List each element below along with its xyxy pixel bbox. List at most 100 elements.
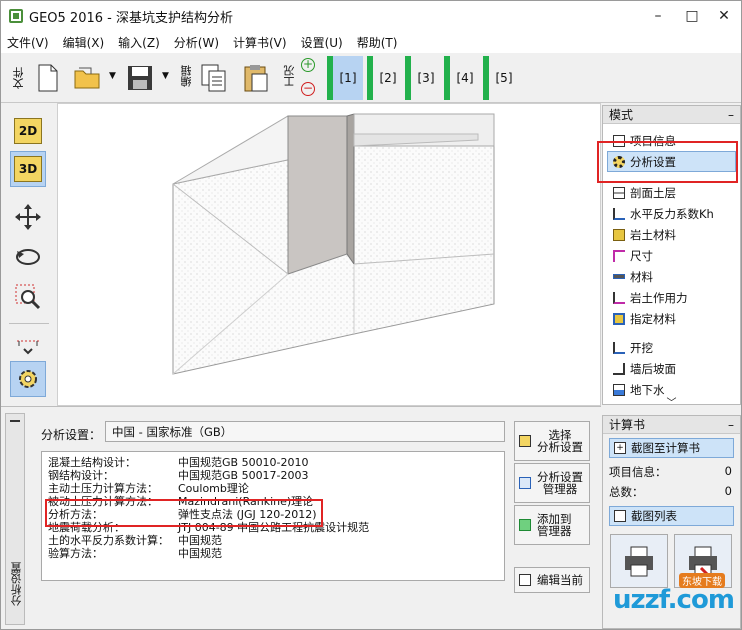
mode-panel-header: 模式 –: [603, 106, 740, 124]
settings-name-field[interactable]: 中国 - 国家标准（GB）: [105, 421, 505, 442]
tab-collapse-icon[interactable]: [10, 420, 20, 422]
zoom-icon: [15, 284, 41, 310]
mode-item-materials[interactable]: 材料: [603, 266, 740, 287]
menu-edit[interactable]: 编辑(X): [63, 34, 105, 51]
screenshot-list-button[interactable]: 截图列表: [609, 506, 734, 526]
report-panel-title: 计算书: [609, 418, 646, 432]
open-file-button[interactable]: [73, 61, 103, 95]
watermark-sub: 东坡下载: [679, 573, 725, 588]
pan-button[interactable]: [10, 199, 46, 235]
title-bar: GEO5 2016 - 深基坑支护结构分析 – □ ✕: [1, 1, 741, 31]
settings-row: 土的水平反力系数计算： 中国规范: [48, 534, 222, 547]
copy-data-button[interactable]: [199, 61, 229, 95]
settings-details-box: 混凝土结构设计： 中国规范GB 50010-2010 钢结构设计： 中国规范GB 5…: [41, 451, 505, 581]
mode-more-icon[interactable]: ﹀: [603, 399, 740, 409]
copy-icon: [201, 64, 226, 92]
open-dropdown-icon[interactable]: ▼: [109, 71, 116, 81]
toolbar-stage-label: 工况: [283, 65, 296, 87]
mode-item-profile[interactable]: 剖面土层: [603, 182, 740, 203]
profile-icon: [613, 186, 625, 199]
analysis-settings-tab[interactable]: 分析设置: [5, 413, 25, 625]
app-logo-icon: [9, 9, 23, 23]
settings-row: 主动土压力计算方法： Coulomb理论: [48, 482, 249, 495]
menu-bar: 文件(V) 编辑(X) 输入(Z) 分析(W) 计算书(V) 设置(U) 帮助(…: [1, 31, 741, 53]
rotate-icon: [16, 249, 40, 265]
move-arrows-icon: [15, 204, 41, 230]
stage-tab-3[interactable]: [3]: [405, 56, 441, 100]
gear-icon: [19, 370, 37, 388]
print-button[interactable]: [610, 534, 668, 588]
excavation-icon: [613, 341, 625, 354]
view-range-button[interactable]: [10, 329, 46, 365]
save-dropdown-icon[interactable]: ▼: [162, 71, 169, 81]
view-2d-button[interactable]: 2D: [10, 113, 46, 149]
toolbar: 文件 ▼ ▼ 编辑 工况 + − [1] [2] [3] [4] [5]: [1, 53, 741, 103]
geometry-icon: [613, 249, 625, 262]
forces-icon: [613, 291, 625, 304]
report-panel-header: 计算书 –: [603, 416, 740, 434]
excavation-3d-model: [172, 113, 495, 375]
open-folder-icon: [74, 67, 100, 89]
menu-report[interactable]: 计算书(V): [233, 34, 287, 51]
analysis-settings-frame: 分析设置 分析设置： 中国 - 国家标准（GB） 混凝土结构设计： 中国规范GB …: [1, 406, 601, 629]
mode-item-soils[interactable]: 岩土材料: [603, 224, 740, 245]
add-stage-button[interactable]: +: [301, 58, 315, 72]
watermark-brand: uzzf.com: [613, 585, 735, 615]
view-3d-button[interactable]: 3D: [10, 151, 46, 187]
settings-row: 混凝土结构设计： 中国规范GB 50010-2010: [48, 456, 309, 469]
mode-item-excavation[interactable]: 开挖: [603, 337, 740, 358]
screenshot-list-icon: [614, 510, 626, 522]
settings-manager-button[interactable]: 分析设置 管理器: [514, 463, 590, 503]
maximize-button[interactable]: □: [675, 1, 709, 31]
analysis-settings-tab-label: 分析设置: [10, 562, 23, 606]
mode-item-assign[interactable]: 指定材料: [603, 308, 740, 329]
stage-tab-5[interactable]: [5]: [483, 56, 519, 100]
new-file-button[interactable]: [33, 61, 63, 95]
stage-tab-2[interactable]: [2]: [367, 56, 403, 100]
menu-input[interactable]: 输入(Z): [118, 34, 160, 51]
report-panel-collapse-button[interactable]: –: [728, 418, 734, 432]
stage-tab-1[interactable]: [1]: [327, 56, 363, 100]
menu-file[interactable]: 文件(V): [7, 34, 49, 51]
menu-settings[interactable]: 设置(U): [301, 34, 343, 51]
model-3d-canvas[interactable]: [57, 103, 601, 406]
settings-row: 钢结构设计： 中国规范GB 50017-2003: [48, 469, 309, 482]
mode-panel-collapse-button[interactable]: –: [728, 108, 734, 122]
rotate-button[interactable]: [10, 239, 46, 275]
mode-item-kh-modulus[interactable]: 水平反力系数Kh: [603, 203, 740, 224]
view-toolbar: 2D 3D: [1, 103, 57, 406]
mode-item-geometry[interactable]: 尺寸: [603, 245, 740, 266]
soil-icon: [613, 228, 625, 241]
settings-row: 地震荷载分析： JTJ 004-89 中国公路工程抗震设计规范: [48, 521, 370, 534]
toolbar-edit-label: 编辑: [180, 65, 193, 87]
kh-icon: [613, 207, 625, 220]
add-icon: [519, 519, 531, 531]
menu-help[interactable]: 帮助(T): [357, 34, 398, 51]
mode-item-analysis-settings[interactable]: 分析设置: [607, 151, 736, 172]
settings-row-analysis-method: 分析方法： 弹性支点法 (JGJ 120-2012): [48, 508, 317, 521]
select-settings-button[interactable]: 选择 分析设置: [514, 421, 590, 461]
edit-current-button[interactable]: 编辑当前: [514, 567, 590, 593]
mode-panel-title: 模式: [609, 108, 634, 122]
add-to-manager-button[interactable]: 添加到 管理器: [514, 505, 590, 545]
mode-item-soil-forces[interactable]: 岩土作用力: [603, 287, 740, 308]
zoom-button[interactable]: [10, 279, 46, 315]
mode-item-water[interactable]: 地下水: [603, 379, 740, 400]
save-file-button[interactable]: [125, 61, 155, 95]
floppy-disk-icon: [128, 66, 152, 90]
view-3d-label: 3D: [14, 156, 42, 182]
paste-data-button[interactable]: [241, 61, 271, 95]
mode-item-terrain[interactable]: 墙后坡面: [603, 358, 740, 379]
total-count-row: 总数： 0: [609, 484, 732, 499]
close-button[interactable]: ✕: [707, 1, 741, 31]
edit-icon: [519, 574, 531, 586]
mode-item-project-info[interactable]: 项目信息: [603, 130, 740, 151]
minimize-button[interactable]: –: [641, 1, 675, 31]
stage-tab-4[interactable]: [4]: [444, 56, 480, 100]
menu-analysis[interactable]: 分析(W): [174, 34, 219, 51]
view-settings-button[interactable]: [10, 361, 46, 397]
settings-label: 分析设置：: [41, 428, 102, 442]
add-screenshot-button[interactable]: + 截图至计算书: [609, 438, 734, 458]
remove-stage-button[interactable]: −: [301, 82, 315, 96]
printer-icon: [625, 546, 653, 577]
